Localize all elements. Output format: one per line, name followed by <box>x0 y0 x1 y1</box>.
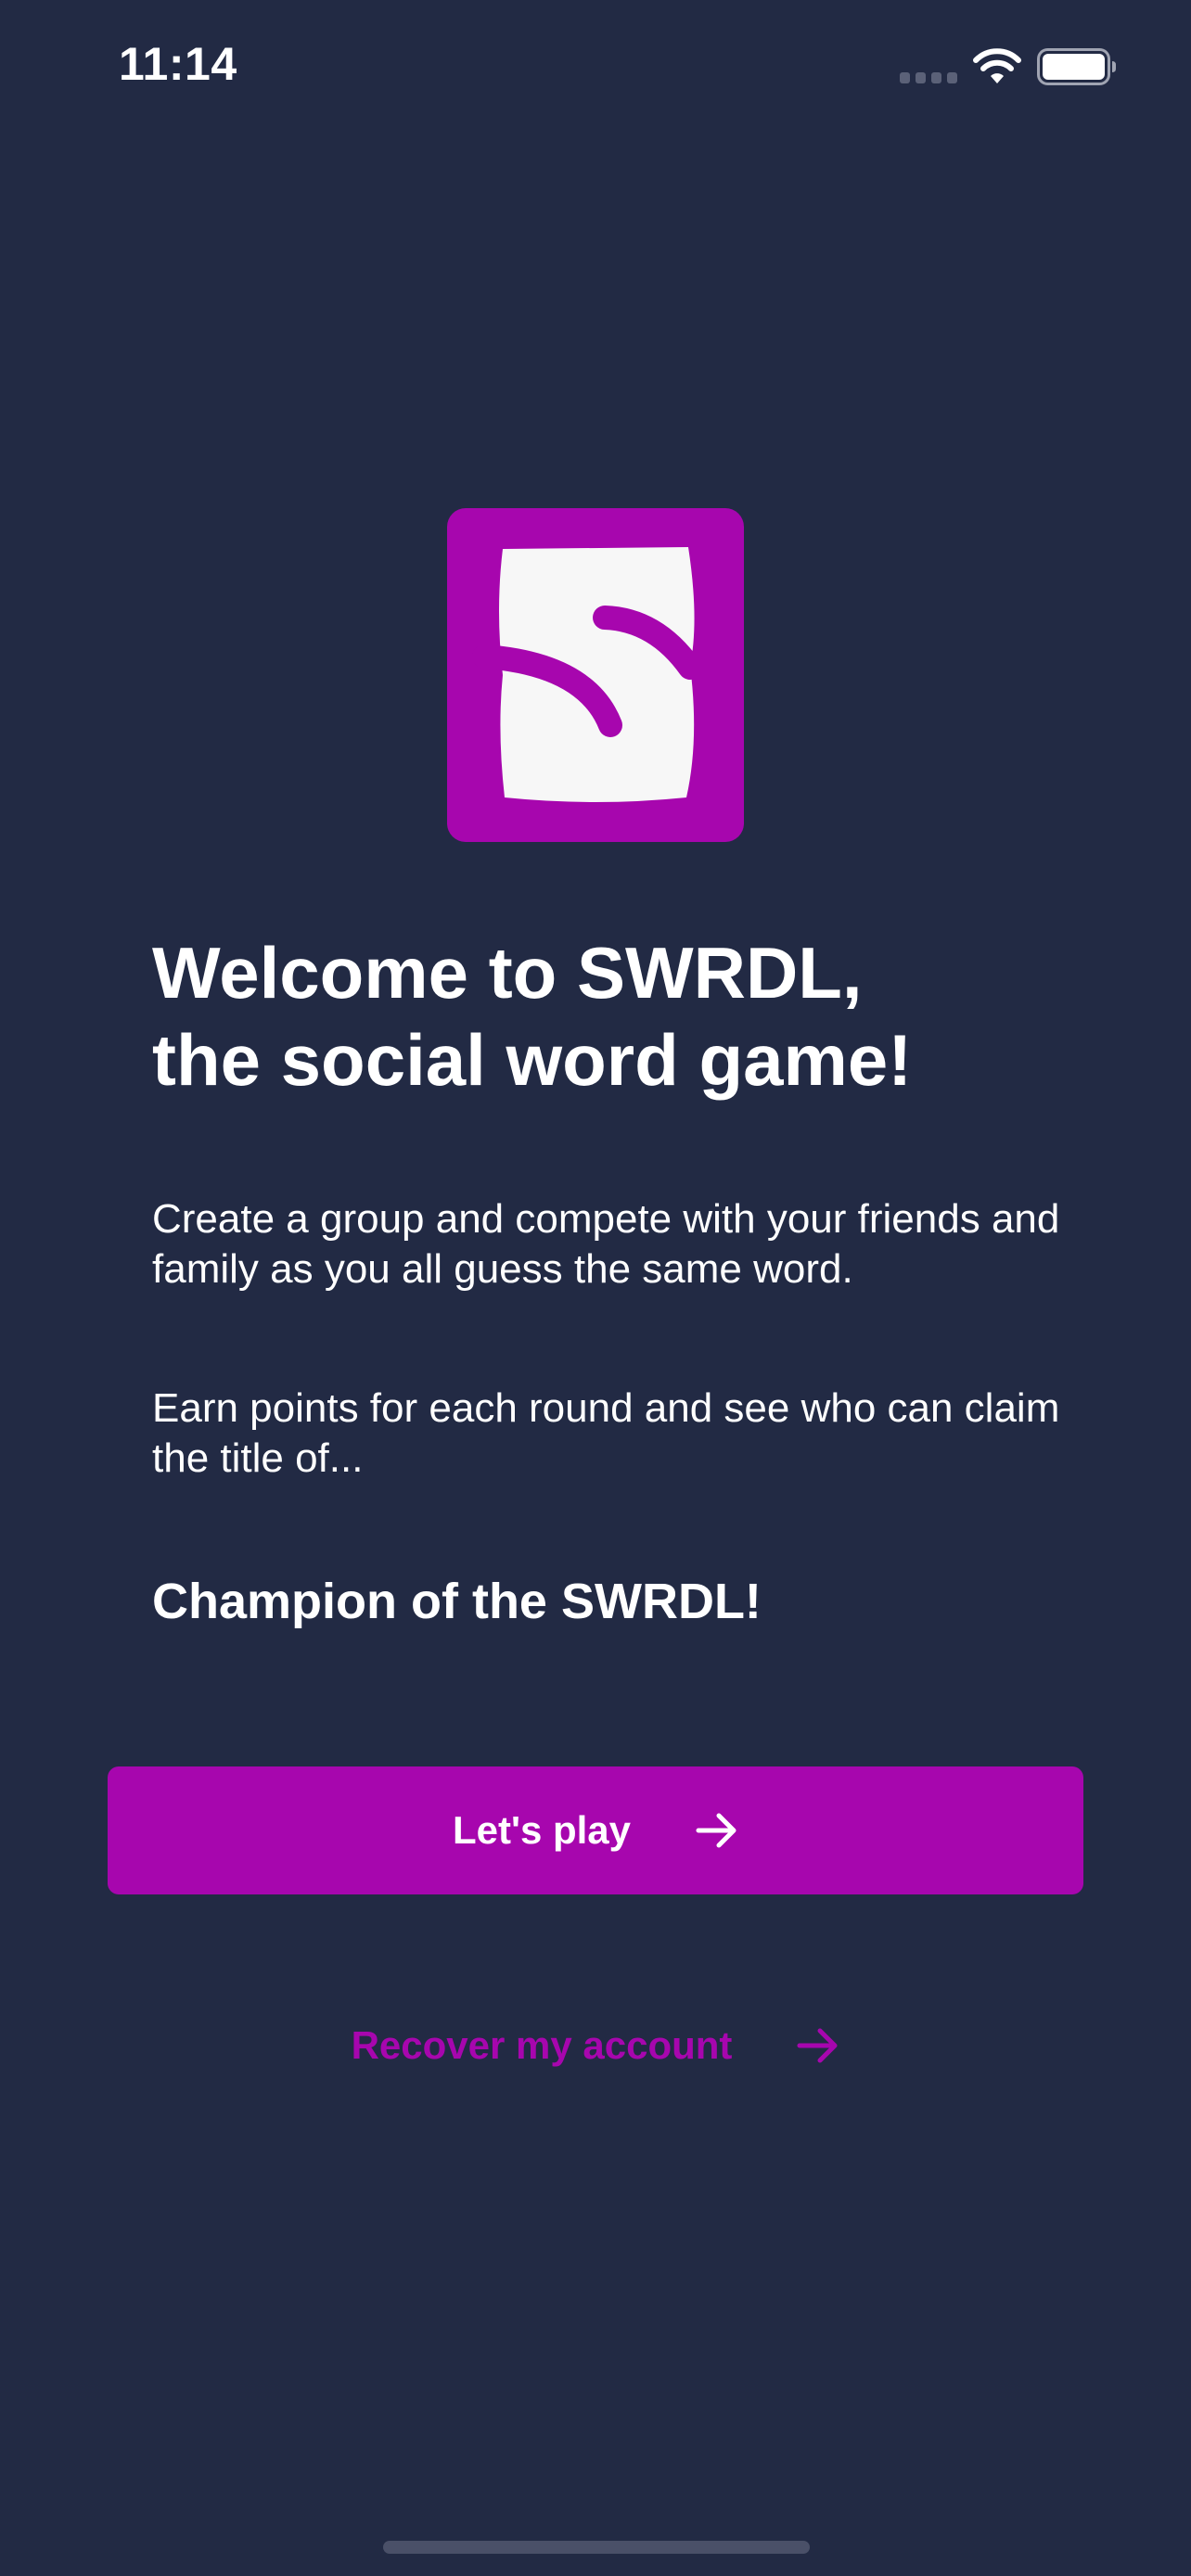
cellular-signal-icon <box>900 72 957 83</box>
home-indicator[interactable] <box>383 2541 810 2554</box>
arrow-right-icon <box>696 1813 736 1848</box>
champion-heading: Champion of the SWRDL! <box>152 1574 762 1629</box>
welcome-title-line1: Welcome to SWRDL, <box>152 932 863 1014</box>
status-time: 11:14 <box>119 38 237 90</box>
battery-icon <box>1037 48 1116 85</box>
lets-play-label: Let's play <box>452 1808 632 1852</box>
arrow-right-icon <box>797 2028 838 2063</box>
lets-play-button[interactable]: Let's play <box>108 1766 1083 1894</box>
welcome-title-line2: the social word game! <box>152 1019 913 1101</box>
recover-account-link[interactable]: Recover my account <box>0 2012 1191 2079</box>
points-paragraph: Earn points for each round and see who c… <box>152 1385 1060 1481</box>
welcome-screen: 11:14 Welcome to SWRDL, the social word … <box>0 0 1191 2576</box>
welcome-title: Welcome to SWRDL, the social word game! <box>152 929 1080 1103</box>
wifi-icon <box>973 48 1021 83</box>
recover-account-label: Recover my account <box>351 2023 733 2067</box>
swrdl-logo <box>447 508 744 842</box>
intro-paragraph: Create a group and compete with your fri… <box>152 1196 1060 1292</box>
